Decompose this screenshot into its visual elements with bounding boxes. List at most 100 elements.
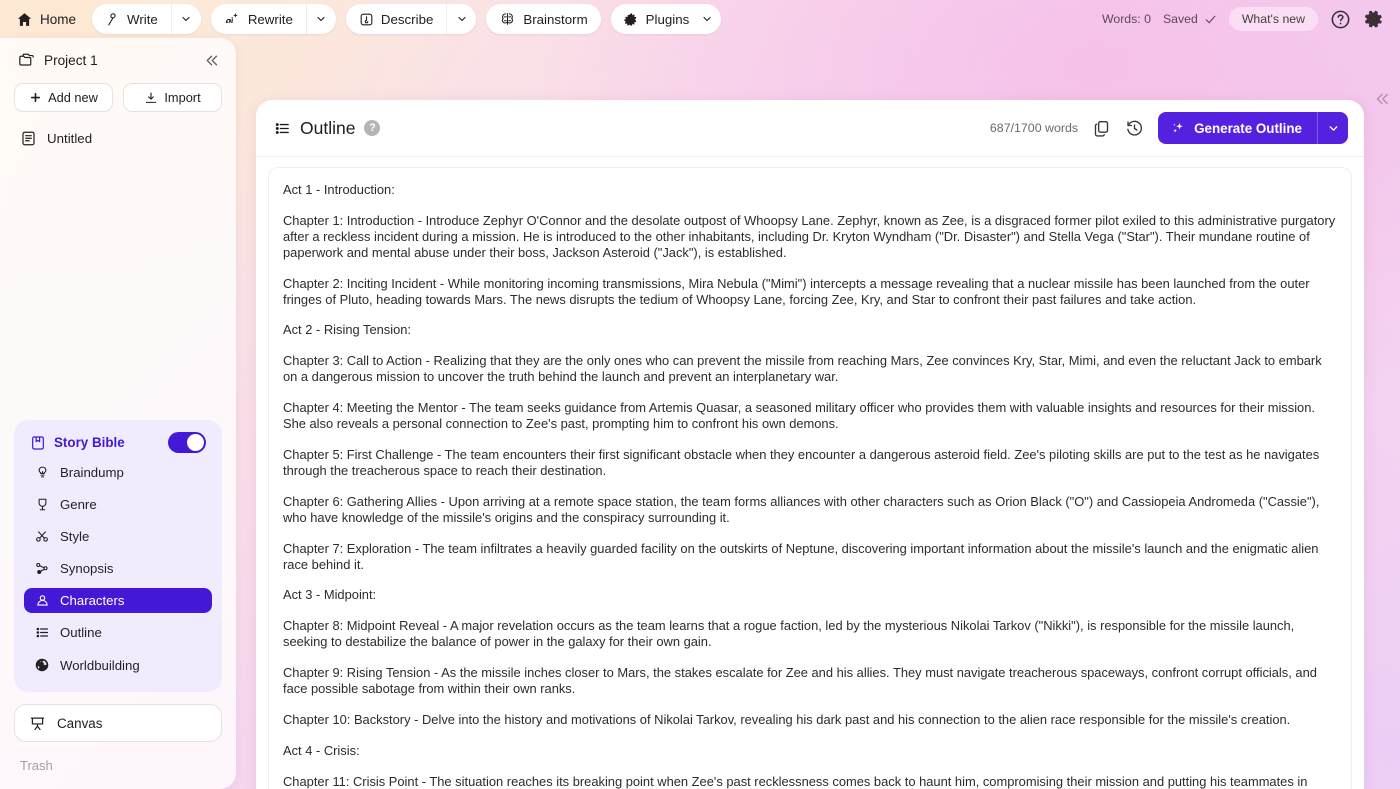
sidebar-item-braindump[interactable]: Braindump [24,460,212,485]
sidebar-item-characters[interactable]: Characters [24,588,212,613]
rewrite-tool-group: Rewrite [210,4,336,34]
editor-wrapper: Act 1 - Introduction: Chapter 1: Introdu… [256,157,1364,789]
write-dropdown-caret[interactable] [170,4,201,34]
page-title: Outline ? [274,117,381,139]
help-circle-icon[interactable] [1330,9,1351,30]
outline-paragraph: Chapter 4: Meeting the Mentor - The team… [283,400,1315,432]
check-icon [1204,13,1217,26]
rewrite-icon [224,12,241,27]
outline-paragraph: Chapter 7: Exploration - The team infilt… [283,540,1319,572]
plugins-button[interactable]: Plugins [611,4,698,34]
project-name: Project 1 [44,53,98,68]
outline-paragraph: Chapter 2: Inciting Incident - While mon… [283,275,1310,307]
outline-paragraph: Chapter 5: First Challenge - The team en… [283,446,1320,478]
whats-new-button[interactable]: What's new [1228,7,1318,31]
style-icon [34,529,50,544]
plugins-label: Plugins [645,11,690,27]
sidebar-item-worldbuilding[interactable]: Worldbuilding [24,652,212,678]
canvas-icon [29,715,46,732]
generate-outline-caret[interactable] [1317,112,1348,144]
panel-header-actions: 687/1700 words Generate Outline [990,112,1348,144]
book-icon [30,435,46,451]
saved-status: Saved [1163,12,1217,26]
sidebar-item-outline[interactable]: Outline [24,620,212,645]
home-icon [16,11,33,28]
sidebar-item-style[interactable]: Style [24,524,212,549]
history-icon[interactable] [1125,119,1144,138]
sidebar-item-label: Outline [60,625,102,640]
outline-paragraph: Chapter 9: Rising Tension - As the missi… [283,665,1317,697]
brainstorm-button[interactable]: Brainstorm [486,4,600,34]
trash-link[interactable]: Trash [14,758,222,789]
import-icon [144,91,158,105]
write-label: Write [127,11,158,27]
chevrons-right-icon[interactable] [1373,90,1391,108]
copy-icon[interactable] [1092,119,1111,138]
add-new-button[interactable]: Add new [14,83,113,112]
document-icon [20,130,37,147]
app-stage: Project 1 Add new Import Untitled Story … [0,38,1400,789]
describe-icon [359,12,374,27]
help-icon[interactable]: ? [364,120,381,136]
write-button[interactable]: Write [92,4,171,34]
import-button[interactable]: Import [123,83,222,112]
rewrite-label: Rewrite [247,11,293,27]
sidebar-item-label: Genre [60,497,97,512]
import-label: Import [164,90,201,105]
describe-dropdown-caret[interactable] [446,4,476,34]
chevrons-left-icon[interactable] [203,52,220,69]
pen-icon [105,12,120,27]
document-item-untitled[interactable]: Untitled [14,126,222,151]
outline-paragraph: Chapter 6: Gathering Allies - Upon arriv… [283,493,1320,525]
word-count-status: Words: 0 [1101,12,1151,26]
outline-paragraph: Chapter 10: Backstory - Delve into the h… [283,711,1291,727]
outline-paragraph: Chapter 3: Call to Action - Realizing th… [283,353,1322,385]
worldbuilding-icon [34,657,50,673]
describe-label: Describe [380,11,434,27]
canvas-label: Canvas [57,715,103,731]
outline-paragraph: Chapter 1: Introduction - Introduce Zeph… [283,212,1336,260]
outline-word-count: 687/1700 words [989,121,1079,135]
sidebar-actions: Add new Import [14,83,222,112]
characters-icon [34,593,50,608]
sidebar-item-label: Synopsis [60,561,114,576]
saved-label: Saved [1162,12,1198,26]
outline-panel: Outline ? 687/1700 words Generate Outlin… [256,100,1364,789]
genre-icon [34,497,50,512]
brainstorm-label: Brainstorm [523,11,588,27]
outline-paragraph: Chapter 11: Crisis Point - The situation… [283,773,1308,789]
gear-icon[interactable] [1363,9,1384,30]
generate-outline-button[interactable]: Generate Outline [1158,112,1317,144]
sidebar-item-label: Style [60,529,90,544]
panel-title-label: Outline [300,117,356,138]
story-bible-header: Story Bible [24,432,212,453]
plugins-dropdown-caret[interactable] [697,4,721,34]
brainstorm-icon [499,11,516,27]
rewrite-button[interactable]: Rewrite [211,4,306,34]
canvas-button[interactable]: Canvas [14,704,222,742]
outline-editor[interactable]: Act 1 - Introduction: Chapter 1: Introdu… [268,167,1352,789]
story-bible-toggle[interactable] [168,432,206,453]
home-button[interactable]: Home [10,7,82,32]
sidebar-item-label: Worldbuilding [60,657,140,673]
outline-paragraph: Act 1 - Introduction: [283,182,395,197]
toggle-knob [187,434,204,451]
sidebar-item-label: Characters [60,593,125,608]
sidebar-item-synopsis[interactable]: Synopsis [24,556,212,581]
folder-icon [18,52,35,69]
braindump-icon [34,465,50,480]
sidebar-item-genre[interactable]: Genre [24,492,212,517]
panel-header: Outline ? 687/1700 words Generate Outlin… [256,100,1364,157]
outline-paragraph: Act 4 - Crisis: [283,742,360,758]
outline-icon [34,625,50,640]
outline-paragraph: Chapter 8: Midpoint Reveal - A major rev… [283,618,1295,650]
rewrite-dropdown-caret[interactable] [305,4,336,34]
synopsis-icon [34,561,50,576]
write-tool-group: Write [92,4,201,34]
outline-paragraph: Act 3 - Midpoint: [283,587,377,603]
plugins-icon [623,12,639,27]
add-new-label: Add new [48,90,98,105]
plugins-tool-group: Plugins [610,4,722,34]
describe-button[interactable]: Describe [346,4,446,34]
